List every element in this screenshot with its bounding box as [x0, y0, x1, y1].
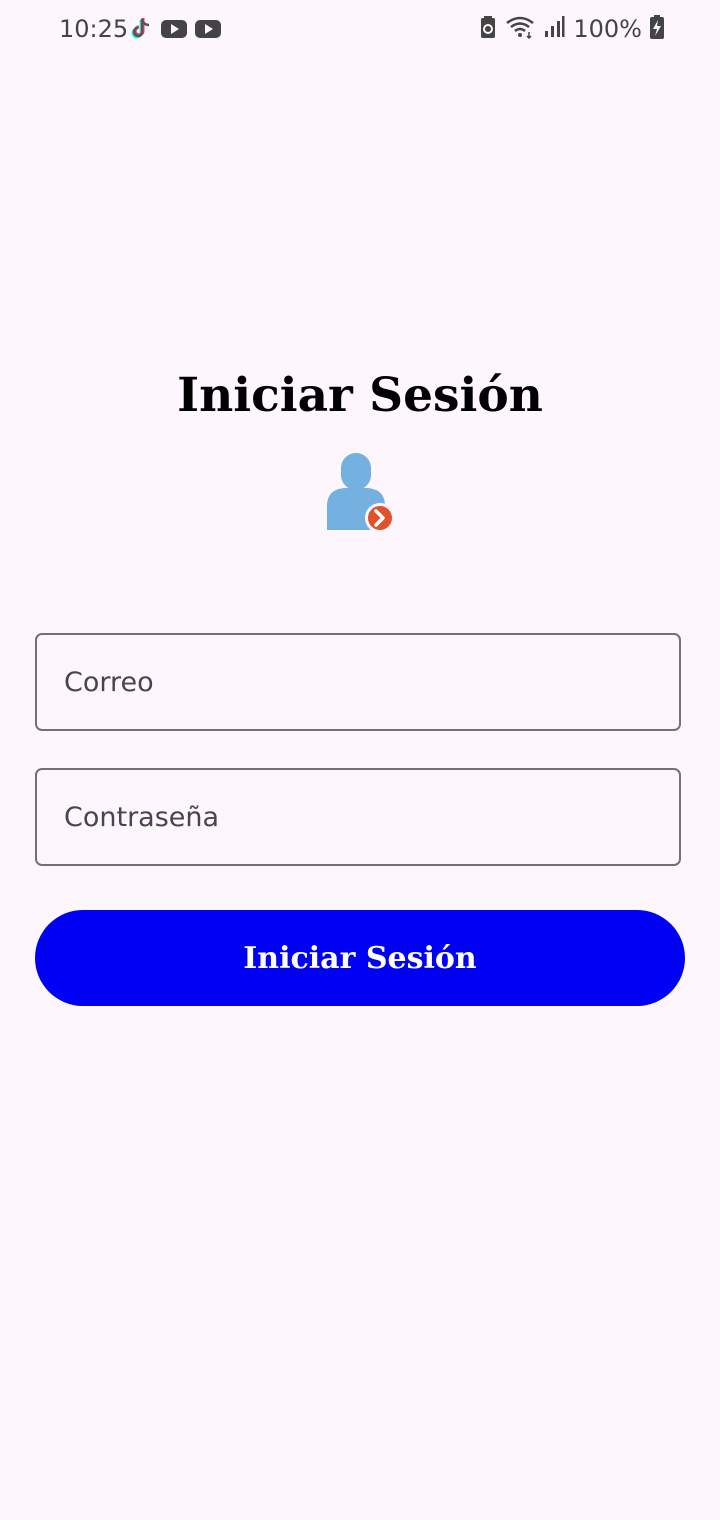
- email-field[interactable]: Correo: [35, 633, 681, 731]
- battery-percent: 100%: [573, 15, 642, 43]
- battery-charging-icon: [650, 15, 664, 43]
- battery-saver-icon: [479, 15, 497, 43]
- notification-icons: [128, 16, 222, 46]
- page-title: Iniciar Sesión: [177, 368, 543, 423]
- youtube-icon: [194, 18, 222, 44]
- user-login-icon: [322, 450, 398, 534]
- wifi-icon: [505, 15, 535, 43]
- status-time: 10:25: [59, 15, 129, 43]
- password-placeholder: Contraseña: [64, 801, 220, 833]
- youtube-icon: [160, 18, 188, 44]
- status-bar: 10:25 100%: [0, 0, 720, 58]
- login-button[interactable]: Iniciar Sesión: [35, 910, 685, 1006]
- email-placeholder: Correo: [64, 666, 154, 698]
- signal-icon: [543, 15, 565, 43]
- system-status: 100%: [479, 14, 664, 44]
- tiktok-icon: [128, 16, 154, 46]
- password-field[interactable]: Contraseña: [35, 768, 681, 866]
